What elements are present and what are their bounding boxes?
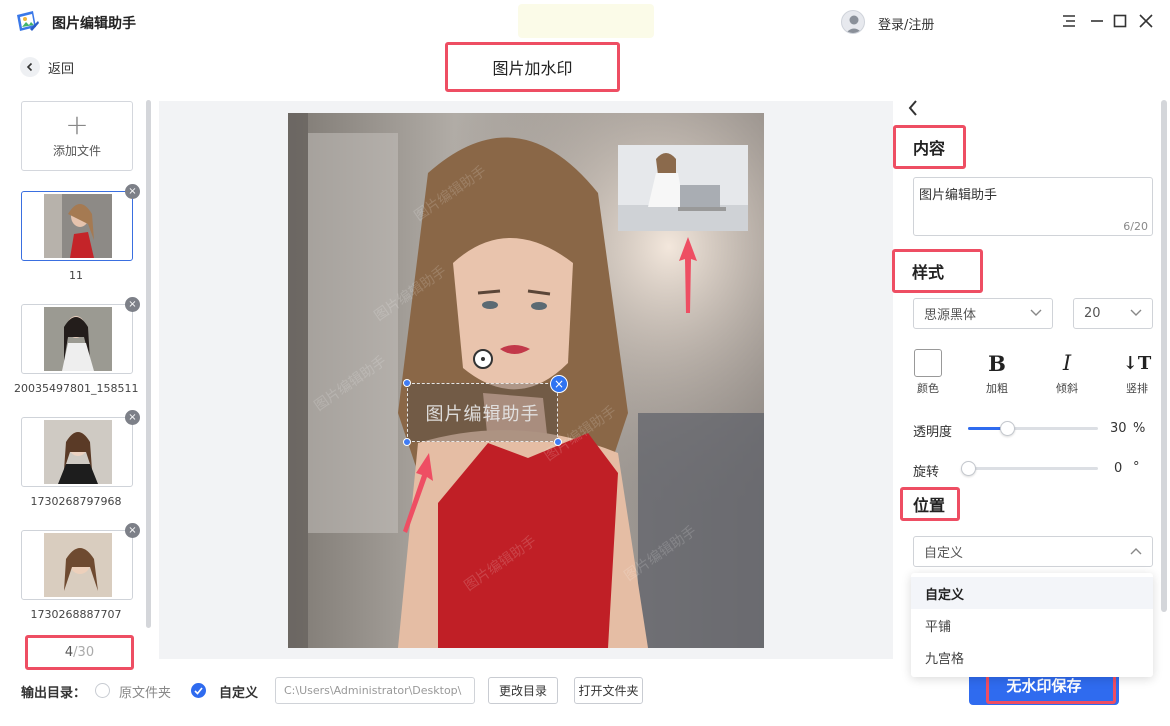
thumbnail-image (44, 194, 112, 258)
radio-original-label[interactable]: 原文件夹 (119, 682, 171, 701)
chevron-down-icon (1130, 306, 1142, 321)
chevron-left-icon (20, 57, 40, 77)
page-title: 图片加水印 (445, 42, 620, 92)
opacity-slider-handle[interactable] (1000, 421, 1015, 436)
italic-button[interactable]: I 倾斜 (1047, 349, 1087, 399)
opacity-slider[interactable] (968, 421, 1098, 436)
rotation-unit: ° (1133, 460, 1140, 475)
file-thumbnail[interactable]: × (21, 523, 140, 600)
file-thumbnail[interactable]: × (21, 297, 140, 374)
remove-file-icon[interactable]: × (125, 297, 140, 312)
vertical-text-button[interactable]: ↓T 竖排 (1117, 349, 1157, 399)
menu-icon[interactable] (1059, 11, 1079, 31)
annotation-arrow (678, 237, 698, 317)
page-current: 4 (64, 645, 74, 660)
position-value: 自定义 (924, 546, 964, 561)
app-logo-icon (14, 9, 40, 35)
radio-original-folder[interactable] (95, 683, 110, 698)
rotation-label: 旋转 (913, 465, 940, 480)
login-register-link[interactable]: 登录/注册 (878, 14, 934, 33)
italic-icon: I (1062, 351, 1072, 375)
thumbnail-image (44, 420, 112, 484)
page-total: /30 (73, 645, 95, 660)
bold-button[interactable]: B 加粗 (977, 349, 1017, 399)
chevron-down-icon (1030, 306, 1042, 321)
file-name: 1730268887707 (30, 608, 122, 621)
color-button[interactable]: 颜色 (908, 349, 948, 399)
remove-file-icon[interactable]: × (125, 523, 140, 538)
add-file-button[interactable]: + 添加文件 (21, 101, 133, 171)
remove-file-icon[interactable]: × (125, 184, 140, 199)
close-icon[interactable] (1136, 11, 1156, 31)
annotation-arrow (401, 453, 435, 537)
remove-file-icon[interactable]: × (125, 410, 140, 425)
bold-label: 加粗 (986, 382, 1008, 395)
panel-collapse-icon[interactable] (906, 98, 926, 120)
resize-handle[interactable] (403, 379, 411, 387)
text-watermark-layer[interactable]: 图片编辑助手 (403, 379, 562, 446)
opacity-unit: % (1133, 421, 1146, 436)
app-title: 图片编辑助手 (52, 16, 136, 32)
rotation-slider[interactable] (961, 461, 1098, 476)
page-counter: 4/30 (25, 635, 134, 670)
file-thumbnail[interactable]: × (21, 184, 140, 261)
vertical-text-icon: ↓T (1122, 352, 1152, 374)
file-thumbnail[interactable]: × (21, 410, 140, 487)
avatar[interactable] (841, 10, 865, 34)
watermark-text: 图片编辑助手 (425, 403, 540, 425)
position-option-grid[interactable]: 九宫格 (911, 641, 1153, 673)
delete-watermark-icon[interactable]: × (550, 375, 568, 393)
section-title-position: 位置 (900, 487, 960, 521)
font-select[interactable]: 思源黑体 (913, 298, 1053, 329)
back-label: 返回 (48, 61, 75, 77)
opacity-value: 30 (1110, 421, 1127, 436)
section-title-content: 内容 (893, 125, 966, 169)
output-dir-label: 输出目录： (21, 686, 87, 701)
color-label: 颜色 (917, 382, 939, 395)
position-option-custom[interactable]: 自定义 (911, 577, 1153, 609)
file-name: 1730268797968 (30, 495, 122, 508)
radio-custom-label[interactable]: 自定义 (219, 682, 258, 701)
resize-handle[interactable] (554, 438, 562, 446)
rotation-value: 0 (1114, 461, 1123, 476)
color-swatch-icon (914, 349, 942, 377)
file-name: 11 (69, 269, 83, 282)
radio-custom-folder[interactable] (191, 683, 206, 698)
vertical-text-label: 竖排 (1126, 382, 1148, 395)
rotate-handle-icon[interactable] (473, 349, 493, 369)
output-path-field[interactable] (275, 677, 475, 704)
bold-icon: B (988, 350, 1006, 376)
position-dropdown: 自定义 平铺 九宫格 (911, 573, 1153, 677)
resize-handle[interactable] (403, 438, 411, 446)
watermark-text-value: 图片编辑助手 (919, 188, 998, 203)
thumbnail-image (44, 533, 112, 597)
section-title-style: 样式 (892, 249, 983, 293)
rotation-slider-handle[interactable] (961, 461, 976, 476)
watermark-text-input[interactable]: 图片编辑助手 6/20 (913, 177, 1153, 236)
font-size-select[interactable]: 20 (1073, 298, 1153, 329)
thumbnail-image (44, 307, 112, 371)
change-dir-button[interactable]: 更改目录 (488, 677, 558, 704)
plus-icon: + (65, 107, 89, 141)
chevron-up-icon (1130, 544, 1142, 559)
back-button[interactable]: 返回 (20, 56, 74, 78)
file-list-scrollbar[interactable] (146, 100, 151, 628)
minimize-icon[interactable] (1087, 11, 1107, 31)
position-select[interactable]: 自定义 (913, 536, 1153, 567)
open-folder-button[interactable]: 打开文件夹 (574, 677, 643, 704)
opacity-label: 透明度 (913, 425, 953, 440)
promo-button[interactable] (518, 4, 654, 38)
panel-scrollbar[interactable] (1161, 100, 1167, 612)
add-file-label: 添加文件 (52, 143, 101, 158)
maximize-icon[interactable] (1110, 11, 1130, 31)
italic-label: 倾斜 (1056, 382, 1078, 395)
char-count: 6/20 (1123, 220, 1148, 233)
image-watermark-layer[interactable] (618, 145, 748, 231)
file-name: 20035497801_158511... (14, 382, 138, 395)
font-value: 思源黑体 (924, 308, 977, 323)
position-option-tile[interactable]: 平铺 (911, 609, 1153, 641)
font-size-value: 20 (1084, 306, 1101, 321)
